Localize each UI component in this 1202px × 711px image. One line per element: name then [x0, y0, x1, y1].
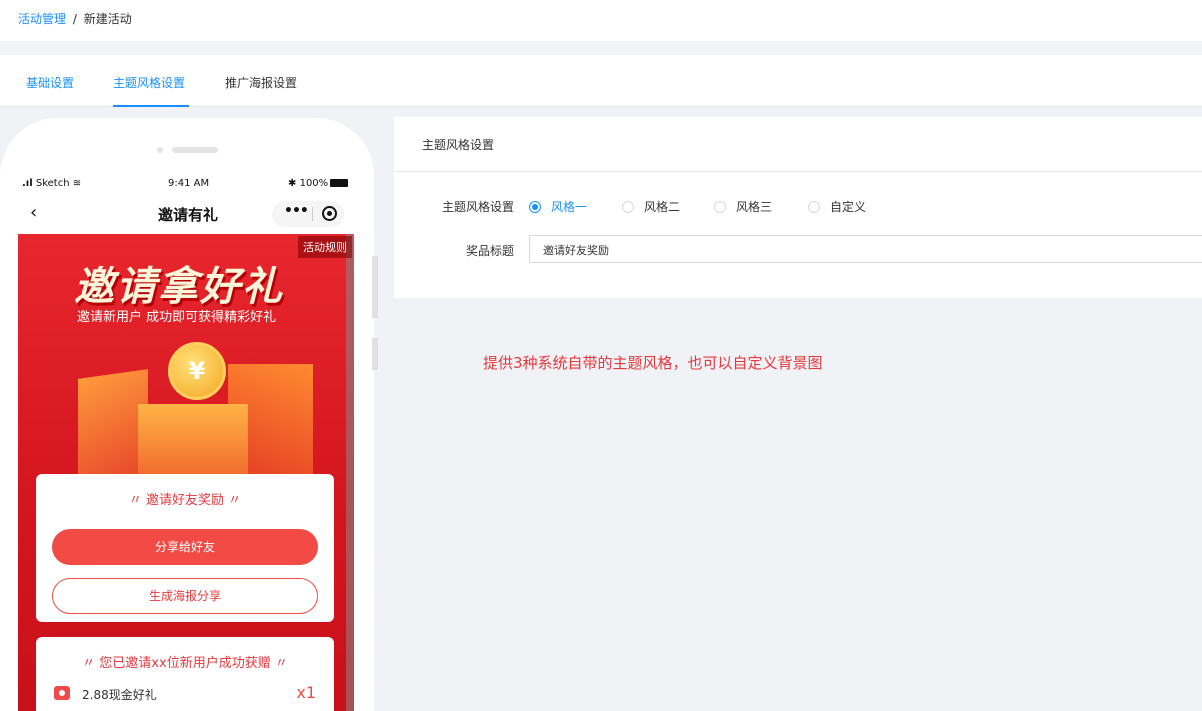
- tab-theme-settings[interactable]: 主题风格设置: [113, 74, 189, 107]
- invited-gift-card: 〃 您已邀请xx位新用户成功获赠 〃 2.88现金好礼 x1: [36, 637, 334, 711]
- settings-tabs: 基础设置 主题风格设置 推广海报设置: [0, 55, 1202, 107]
- preview-scrollbar[interactable]: [346, 234, 354, 711]
- gift-row: 2.88现金好礼 x1: [54, 683, 316, 703]
- hero-subtitle: 邀请新用户 成功即可获得精彩好礼: [77, 310, 277, 325]
- miniprogram-capsule: •••: [272, 201, 344, 227]
- phone-camera-dot: [157, 147, 163, 153]
- radio-dot: [808, 201, 820, 213]
- theme-note: 提供3种系统自带的主题风格，也可以自定义背景图: [483, 354, 823, 372]
- prize-title-label: 奖品标题: [466, 244, 515, 258]
- phone-side-button: [372, 338, 378, 370]
- capsule-divider: [312, 207, 313, 221]
- panel-title: 主题风格设置: [394, 117, 1202, 172]
- phone-status-bar: .ıl Sketch ≋ 9:41 AM ✱ 100%: [0, 178, 374, 192]
- radio-label: 风格一: [551, 200, 588, 214]
- coin-icon: ¥: [168, 342, 226, 400]
- gift-count: x1: [296, 683, 316, 702]
- share-to-friend-button[interactable]: 分享给好友: [52, 529, 318, 565]
- radio-label: 风格二: [644, 200, 681, 214]
- breadcrumb: 活动管理 / 新建活动: [0, 0, 1202, 41]
- radio-theme-custom[interactable]: 自定义: [808, 198, 866, 215]
- hero-title: 邀请拿好礼: [74, 264, 284, 310]
- tab-poster-settings[interactable]: 推广海报设置: [225, 74, 297, 107]
- wifi-icon: ≋: [72, 178, 82, 189]
- phone-speaker: [172, 147, 218, 153]
- theme-settings-panel: 主题风格设置 主题风格设置 风格一 风格二 风格三 自定义 奖品标题 邀请好友奖…: [394, 117, 1202, 298]
- illustration-box-center: [138, 404, 248, 484]
- back-icon[interactable]: ‹: [30, 202, 37, 223]
- radio-theme-2[interactable]: 风格二: [622, 198, 680, 215]
- battery-icon: [330, 179, 349, 187]
- carrier-label: Sketch: [35, 178, 70, 189]
- phone-side-button: [372, 256, 378, 318]
- phone-page-title: 邀请有礼: [158, 206, 219, 224]
- close-target-icon[interactable]: [322, 206, 337, 221]
- battery-status: ✱ 100%: [288, 178, 349, 189]
- radio-label: 风格三: [736, 200, 773, 214]
- breadcrumb-link-activity-management[interactable]: 活动管理: [18, 12, 66, 26]
- prize-title-input[interactable]: 邀请好友奖励: [529, 235, 1202, 263]
- activity-rules-button[interactable]: 活动规则: [298, 236, 352, 258]
- gift-icon: [54, 686, 70, 700]
- radio-label: 自定义: [830, 200, 867, 214]
- radio-theme-1[interactable]: 风格一: [529, 198, 587, 215]
- battery-percent: 100%: [299, 178, 329, 189]
- gift-name: 2.88现金好礼: [82, 688, 157, 702]
- invite-reward-card: 〃 邀请好友奖励 〃 分享给好友 生成海报分享: [36, 474, 334, 622]
- hero-illustration: ¥: [68, 334, 318, 489]
- bluetooth-icon: ✱: [288, 178, 297, 189]
- breadcrumb-separator: /: [72, 12, 77, 26]
- radio-theme-3[interactable]: 风格三: [714, 198, 772, 215]
- invited-gift-title: 〃 您已邀请xx位新用户成功获赠 〃: [82, 656, 288, 671]
- tab-basic-settings[interactable]: 基础设置: [26, 74, 74, 107]
- status-time: 9:41 AM: [168, 178, 210, 189]
- radio-dot: [529, 201, 541, 213]
- generate-poster-button[interactable]: 生成海报分享: [52, 578, 318, 614]
- invite-reward-title: 〃 邀请好友奖励 〃: [128, 493, 242, 508]
- campaign-background: 活动规则 邀请拿好礼 邀请新用户 成功即可获得精彩好礼 ¥ 〃 邀请好友奖励 〃…: [18, 234, 354, 711]
- theme-style-label: 主题风格设置: [442, 200, 515, 214]
- radio-dot: [714, 201, 726, 213]
- phone-nav-bar: ‹ 邀请有礼 •••: [0, 198, 374, 232]
- signal-carrier: .ıl Sketch ≋: [22, 178, 82, 189]
- phone-preview: .ıl Sketch ≋ 9:41 AM ✱ 100% ‹ 邀请有礼 ••• 活…: [0, 118, 374, 711]
- radio-dot: [622, 201, 634, 213]
- breadcrumb-current: 新建活动: [83, 12, 132, 26]
- more-icon[interactable]: •••: [284, 203, 309, 219]
